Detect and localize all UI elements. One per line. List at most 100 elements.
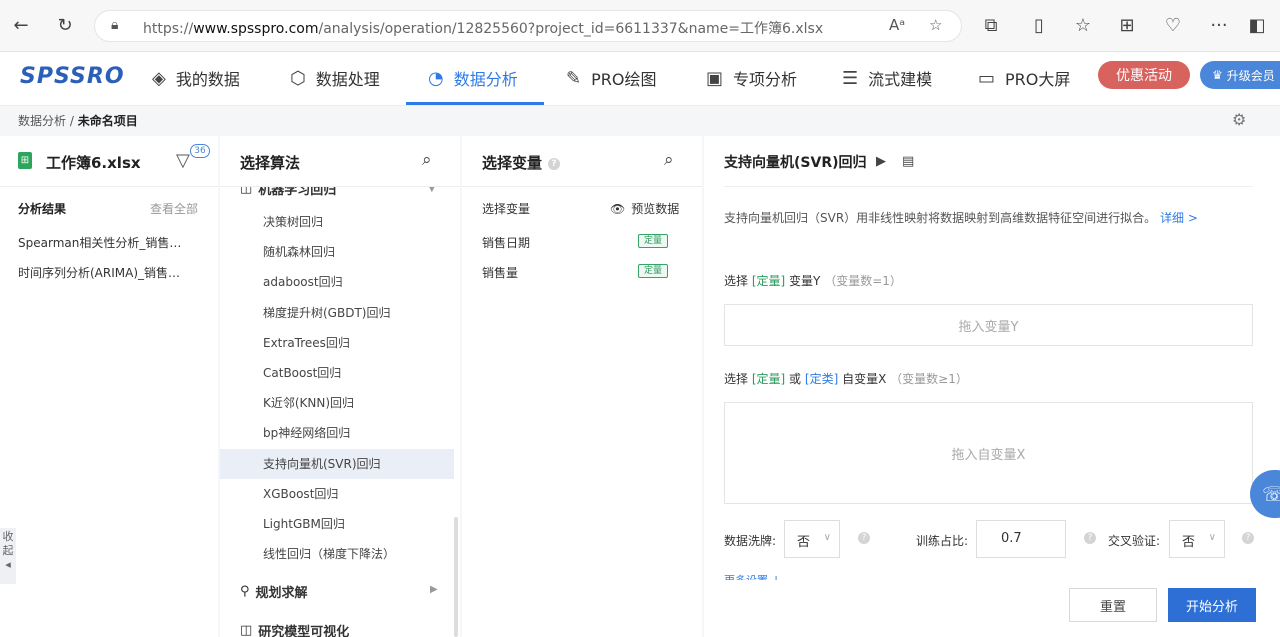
breadcrumb: 数据分析 / 未命名项目 <box>18 114 138 128</box>
result-item[interactable]: 时间序列分析(ARIMA)_销售… <box>18 264 180 281</box>
clipboard-icon: ▣ <box>706 67 724 89</box>
variable-item[interactable]: 销售量 <box>482 264 518 281</box>
collections-icon[interactable]: ⊞ <box>1114 12 1140 38</box>
nav-pro-drawing[interactable]: ✎ PRO绘图 <box>566 52 656 104</box>
promo-button[interactable]: 优惠活动 <box>1098 61 1190 89</box>
quant-tag: 定量 <box>638 264 668 278</box>
sliders-icon: ☰ <box>842 67 859 89</box>
x-drop-zone[interactable]: 拖入自变量X <box>724 402 1253 504</box>
algorithm-header: 选择算法 <box>240 154 301 172</box>
collapse-arrow-icon: ◂ <box>5 558 11 571</box>
y-variable-label: 选择 [定量] 变量Y （变量数=1） <box>724 274 902 288</box>
video-icon[interactable]: ▶ <box>876 154 886 169</box>
file-name[interactable]: 工作簿6.xlsx <box>46 152 141 173</box>
shuffle-select[interactable]: 否 ∨ <box>784 520 840 558</box>
train-ratio-label: 训练占比: <box>916 534 969 548</box>
spsspro-logo[interactable]: SPSSRO <box>20 64 125 89</box>
address-bar[interactable]: 🔒︎ https://www.spsspro.com/analysis/oper… <box>94 10 962 42</box>
eye-icon: 👁︎ <box>610 202 626 216</box>
nav-special-analysis[interactable]: ▣ 专项分析 <box>706 52 797 104</box>
nav-data-processing[interactable]: ⬡ 数据处理 <box>290 52 380 104</box>
x-variable-label: 选择 [定量] 或 [定类] 自变量X （变量数≥1） <box>724 372 968 386</box>
sidebar-toggle-icon[interactable]: ◧ <box>1244 12 1270 38</box>
document-icon[interactable]: ▤ <box>902 154 914 169</box>
collapse-sidebar-button[interactable]: 收起 ◂ <box>0 528 16 584</box>
back-icon[interactable]: ← <box>8 12 34 38</box>
reset-button[interactable]: 重置 <box>1069 588 1157 622</box>
algo-item[interactable]: XGBoost回归 <box>220 479 454 509</box>
active-nav-indicator <box>406 102 544 105</box>
algorithm-description: 支持向量机回归（SVR）用非线性映射将数据映射到高维数据特征空间进行拟合。 详细… <box>724 211 1198 225</box>
filter-icon[interactable]: ▽ <box>176 150 190 171</box>
breadcrumb-current: 未命名项目 <box>77 114 138 128</box>
nav-my-data[interactable]: ◈ 我的数据 <box>152 52 240 104</box>
algo-item[interactable]: 梯度提升树(GBDT)回归 <box>220 298 454 328</box>
monitor-chart-icon: ▭ <box>978 67 996 89</box>
search-icon[interactable]: ⌕ <box>664 150 674 170</box>
cross-validation-select[interactable]: 否 ∨ <box>1169 520 1225 558</box>
more-menu-icon[interactable]: ··· <box>1206 12 1232 38</box>
breadcrumb-root[interactable]: 数据分析 <box>18 114 66 128</box>
y-drop-zone[interactable]: 拖入变量Y <box>724 304 1253 346</box>
help-icon[interactable]: ? <box>858 532 870 544</box>
algo-item[interactable]: CatBoost回归 <box>220 358 454 388</box>
chevron-down-icon: ▼ <box>428 187 436 194</box>
chevron-right-icon: ▶ <box>430 584 438 595</box>
variable-header: 选择变量? <box>482 152 561 173</box>
algo-item[interactable]: 线性回归（梯度下降法） <box>220 539 454 569</box>
algo-item[interactable]: 随机森林回归 <box>220 237 454 267</box>
health-icon[interactable]: ♡ <box>1160 12 1186 38</box>
chevron-down-icon: ∨ <box>823 532 831 543</box>
algorithm-list: ◫ 机器学习回归 ▼ 决策树回归 随机森林回归 adaboost回归 梯度提升树(… <box>220 187 460 637</box>
nav-data-analysis[interactable]: ◔ 数据分析 <box>428 52 518 104</box>
view-all-link[interactable]: 查看全部 <box>150 200 198 217</box>
split-screen-icon[interactable]: ▯ <box>1026 12 1052 38</box>
chart-icon: ◫ <box>240 187 253 196</box>
scrollbar[interactable] <box>454 517 458 637</box>
settings-gear-icon[interactable]: ⚙ <box>1232 110 1246 129</box>
algo-item[interactable]: 决策树回归 <box>220 207 454 237</box>
algo-item[interactable]: LightGBM回归 <box>220 509 454 539</box>
upgrade-button[interactable]: ♛ 升级会员 <box>1200 61 1280 89</box>
chart-icon: ◫ <box>240 623 253 637</box>
help-icon[interactable]: ? <box>1084 532 1096 544</box>
shuffle-label: 数据洗牌: <box>724 534 777 548</box>
variable-panel: 选择变量? ⌕ 选择变量 👁︎ 预览数据 销售日期 定量 销售量 定量 <box>462 136 702 637</box>
favorites-icon[interactable]: ☆ <box>1070 12 1096 38</box>
group-planning[interactable]: ⚲ 规划求解 <box>240 582 308 601</box>
algo-item[interactable]: ExtraTrees回归 <box>220 328 454 358</box>
group-ml-regression[interactable]: ◫ 机器学习回归 <box>240 187 336 198</box>
more-settings-link[interactable]: 更多设置 ↓ <box>724 572 781 580</box>
algo-item-selected[interactable]: 支持向量机(SVR)回归 <box>220 449 454 479</box>
divider <box>724 186 1253 187</box>
group-research-model[interactable]: ◫ 研究模型可视化 <box>240 621 349 637</box>
start-analysis-button[interactable]: 开始分析 <box>1168 588 1256 622</box>
help-icon[interactable]: ? <box>1242 532 1254 544</box>
extensions-icon[interactable]: ⧉ <box>978 12 1004 38</box>
nav-pro-dashboard[interactable]: ▭ PRO大屏 <box>978 52 1070 104</box>
lock-icon: 🔒︎ <box>111 17 119 33</box>
algo-item[interactable]: K近邻(KNN)回归 <box>220 388 454 418</box>
variable-item[interactable]: 销售日期 <box>482 234 530 251</box>
preview-data-link[interactable]: 👁︎ 预览数据 <box>610 200 679 217</box>
results-panel: ⊞ 工作簿6.xlsx ▽ 36 分析结果 查看全部 Spearman相关性分析… <box>0 136 218 637</box>
search-icon[interactable]: ⌕ <box>422 150 432 170</box>
algo-item[interactable]: adaboost回归 <box>220 267 454 297</box>
detail-link[interactable]: 详细 > <box>1160 211 1198 225</box>
result-item[interactable]: Spearman相关性分析_销售… <box>18 234 181 251</box>
favorite-star-icon[interactable]: ☆ <box>929 16 942 34</box>
pen-ruler-icon: ✎ <box>566 67 582 89</box>
compass-icon: ⚲ <box>240 584 250 599</box>
pie-chart-icon: ◔ <box>428 67 444 89</box>
refresh-icon[interactable]: ↻ <box>52 12 78 38</box>
read-aloud-icon[interactable]: Aᵃ <box>889 16 905 34</box>
layers-icon: ◈ <box>152 67 166 89</box>
algo-item[interactable]: bp神经网络回归 <box>220 418 454 448</box>
spreadsheet-icon: ⊞ <box>18 152 32 169</box>
train-ratio-input[interactable]: 0.7 <box>976 520 1066 558</box>
cross-validation-label: 交叉验证: <box>1108 534 1161 548</box>
url-text: https://www.spsspro.com/analysis/operati… <box>143 21 824 37</box>
help-icon[interactable]: ? <box>548 157 561 170</box>
select-variable-link[interactable]: 选择变量 <box>482 200 530 217</box>
nav-flow-modeling[interactable]: ☰ 流式建模 <box>842 52 932 104</box>
